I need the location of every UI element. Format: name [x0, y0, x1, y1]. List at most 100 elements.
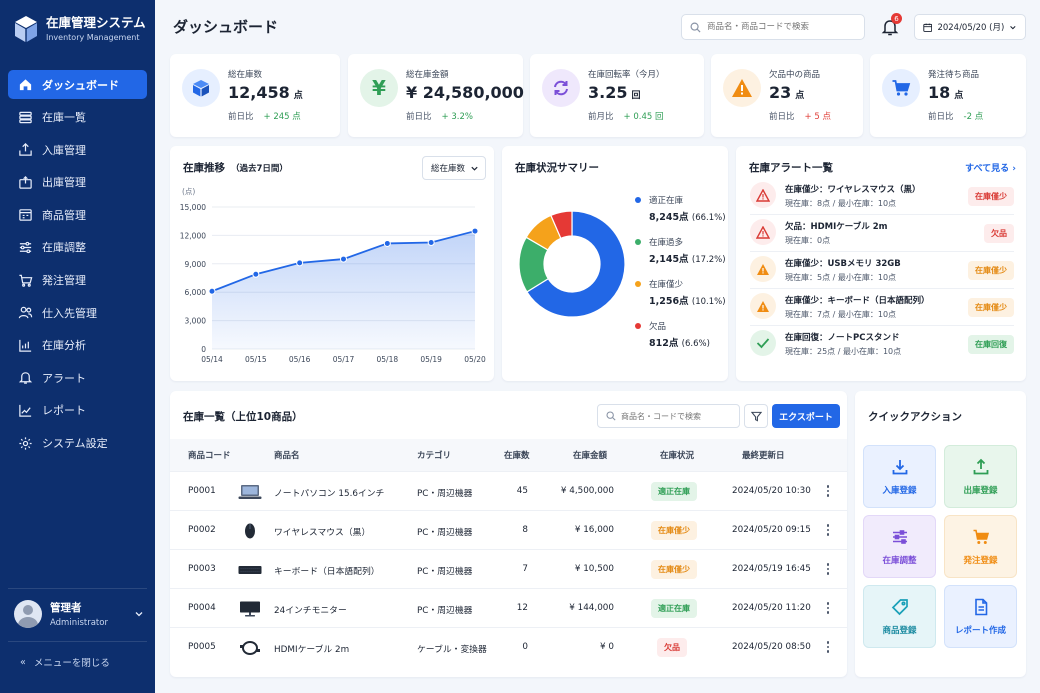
more-options-icon[interactable]	[826, 485, 830, 499]
brand[interactable]: 在庫管理システム Inventory Management	[14, 15, 146, 43]
table-search-input[interactable]	[621, 411, 731, 421]
chevron-down-icon	[1010, 25, 1016, 29]
inbound-icon	[19, 143, 32, 156]
calendar-icon	[923, 23, 933, 32]
legend-dot	[635, 323, 641, 329]
view-all-link[interactable]: すべて見る ›	[965, 161, 1016, 174]
data-point	[252, 270, 260, 278]
cell-updated: 2024/05/20 10:30	[732, 486, 811, 496]
cell-code: P0005	[188, 642, 216, 652]
sidebar-nav: ダッシュボード 在庫一覧 入庫管理 出庫管理 商品管理 在庫調整 発注管理 仕入…	[8, 70, 147, 461]
stock-adjust-button[interactable]: 在庫調整	[863, 515, 936, 578]
avatar	[14, 600, 42, 628]
sidebar-item-suppliers[interactable]: 仕入先管理	[8, 298, 147, 327]
cell-name: キーボード（日本語配列）	[274, 567, 380, 577]
alert-title: 在庫回復：ノートPCスタンド	[785, 333, 900, 343]
create-report-button[interactable]: レポート作成	[944, 585, 1017, 648]
table-row[interactable]: P0004 24インチモニター PC・周辺機器 12 ¥ 144,000 適正在…	[170, 588, 847, 627]
sidebar-item-analysis[interactable]: 在庫分析	[8, 331, 147, 360]
status-badge: 在庫僅少	[651, 560, 697, 579]
sidebar-item-settings[interactable]: システム設定	[8, 429, 147, 458]
bell-icon	[18, 372, 33, 385]
alert-item[interactable]: 在庫回復：ノートPCスタンド 現在庫：25点 / 最小在庫：10点 在庫回復	[750, 326, 1014, 363]
tag-icon	[891, 598, 908, 615]
order-register-button[interactable]: 発注登録	[944, 515, 1017, 578]
quick-actions-card: クイックアクション 入庫登録 出庫登録 在庫調整 発注登録 商品登録 レポート作…	[855, 391, 1026, 677]
legend-dot	[635, 281, 641, 287]
upload-icon	[973, 458, 988, 474]
table-row[interactable]: P0002 ワイヤレスマウス（黒） PC・周辺機器 8 ¥ 16,000 在庫僅…	[170, 510, 847, 549]
legend-value: 1,256点 (10.1%)	[649, 296, 726, 307]
stock-status-summary-card: 在庫状況サマリー 適正在庫 8,245点 (66.1%) 在庫過多 2,145点…	[502, 146, 728, 381]
sidebar-item-inbound[interactable]: 入庫管理	[8, 135, 147, 164]
outbound-register-button[interactable]: 出庫登録	[944, 445, 1017, 508]
export-button[interactable]: エクスポート	[772, 404, 840, 428]
stat-value: ¥ 24,580,000	[406, 83, 524, 102]
alert-title: 欠品：HDMIケーブル 2m	[785, 222, 888, 232]
cell-category: PC・周辺機器	[417, 528, 473, 538]
warning-icon	[750, 256, 776, 282]
more-options-icon[interactable]	[826, 524, 830, 538]
legend-value: 812点 (6.6%)	[649, 338, 710, 349]
sidebar-item-orders[interactable]: 発注管理	[8, 266, 147, 295]
product-register-button[interactable]: 商品登録	[863, 585, 936, 648]
alert-item[interactable]: 在庫僅少：ワイヤレスマウス（黒） 現在庫：8点 / 最小在庫：10点 在庫僅少	[750, 178, 1014, 215]
sidebar-item-dashboard[interactable]: ダッシュボード	[8, 70, 147, 99]
table-search[interactable]	[597, 404, 740, 428]
cart-icon	[19, 274, 33, 287]
inbound-register-button[interactable]: 入庫登録	[863, 445, 936, 508]
sidebar-item-outbound[interactable]: 出庫管理	[8, 168, 147, 197]
sidebar-item-label: 出庫管理	[42, 176, 86, 190]
status-badge: 欠品	[657, 638, 687, 657]
page-title: ダッシュボード	[173, 18, 279, 36]
column-header[interactable]: 在庫状況	[660, 449, 694, 461]
user-menu[interactable]: 管理者 Administrator	[14, 600, 144, 628]
sidebar-item-alerts[interactable]: アラート	[8, 363, 147, 392]
status-badge: 適正在庫	[651, 482, 697, 501]
more-options-icon[interactable]	[826, 602, 830, 616]
data-point	[340, 255, 347, 263]
column-header[interactable]: 在庫数	[504, 449, 530, 461]
alert-item[interactable]: 在庫僅少：USBメモリ 32GB 現在庫：5点 / 最小在庫：10点 在庫僅少	[750, 252, 1014, 289]
global-search[interactable]	[681, 14, 865, 40]
status-badge: 欠品	[984, 224, 1014, 243]
table-row[interactable]: P0005 HDMIケーブル 2m ケーブル・変換器 0 ¥ 0 欠品 2024…	[170, 627, 847, 666]
column-header[interactable]: 商品コード	[188, 449, 231, 461]
search-input[interactable]	[707, 22, 857, 32]
laptop-thumbnail	[238, 485, 262, 499]
column-header[interactable]: 在庫金額	[573, 449, 607, 461]
search-icon	[606, 411, 616, 421]
x-tick-label: 05/19	[420, 355, 442, 364]
table-row[interactable]: P0003 キーボード（日本語配列） PC・周辺機器 7 ¥ 10,500 在庫…	[170, 549, 847, 588]
quick-action-label: レポート作成	[954, 625, 1006, 636]
cell-updated: 2024/05/20 08:50	[732, 642, 811, 652]
stat-compare: 前日比 + 245 点	[228, 112, 301, 122]
stat-value: 12,458 点	[228, 83, 303, 102]
cell-amount: ¥ 0	[600, 642, 614, 652]
alerts-title: 在庫アラート一覧	[749, 162, 833, 174]
status-badge: 適正在庫	[651, 599, 697, 618]
legend-value: 2,145点 (17.2%)	[649, 254, 726, 265]
more-options-icon[interactable]	[826, 563, 830, 577]
alert-item[interactable]: 在庫僅少：キーボード（日本語配列） 現在庫：7点 / 最小在庫：10点 在庫僅少	[750, 289, 1014, 326]
column-header[interactable]: カテゴリ	[417, 449, 451, 461]
cell-category: PC・周辺機器	[417, 567, 473, 577]
outbound-icon	[19, 175, 32, 189]
sidebar-item-reports[interactable]: レポート	[8, 396, 147, 425]
table-row[interactable]: P0001 ノートパソコン 15.6インチ PC・周辺機器 45 ¥ 4,500…	[170, 471, 847, 510]
product-icon	[19, 209, 32, 222]
date-picker[interactable]: 2024/05/20 (月)	[914, 14, 1026, 40]
sidebar-item-adjustment[interactable]: 在庫調整	[8, 233, 147, 262]
filter-button[interactable]	[744, 404, 768, 428]
alert-title: 在庫僅少：ワイヤレスマウス（黒）	[785, 185, 921, 195]
sidebar-item-inventory-list[interactable]: 在庫一覧	[8, 103, 147, 132]
gear-icon	[19, 436, 32, 450]
column-header[interactable]: 最終更新日	[742, 449, 785, 461]
stat-card-total-stock: 総在庫数 12,458 点 前日比 + 245 点	[170, 54, 340, 137]
alert-item[interactable]: 欠品：HDMIケーブル 2m 現在庫：0点 欠品	[750, 215, 1014, 252]
column-header[interactable]: 商品名	[274, 449, 300, 461]
more-options-icon[interactable]	[826, 641, 830, 655]
sidebar-item-products[interactable]: 商品管理	[8, 200, 147, 229]
cube-logo-icon	[15, 16, 37, 42]
collapse-menu-button[interactable]: « メニューを閉じる	[20, 655, 110, 670]
